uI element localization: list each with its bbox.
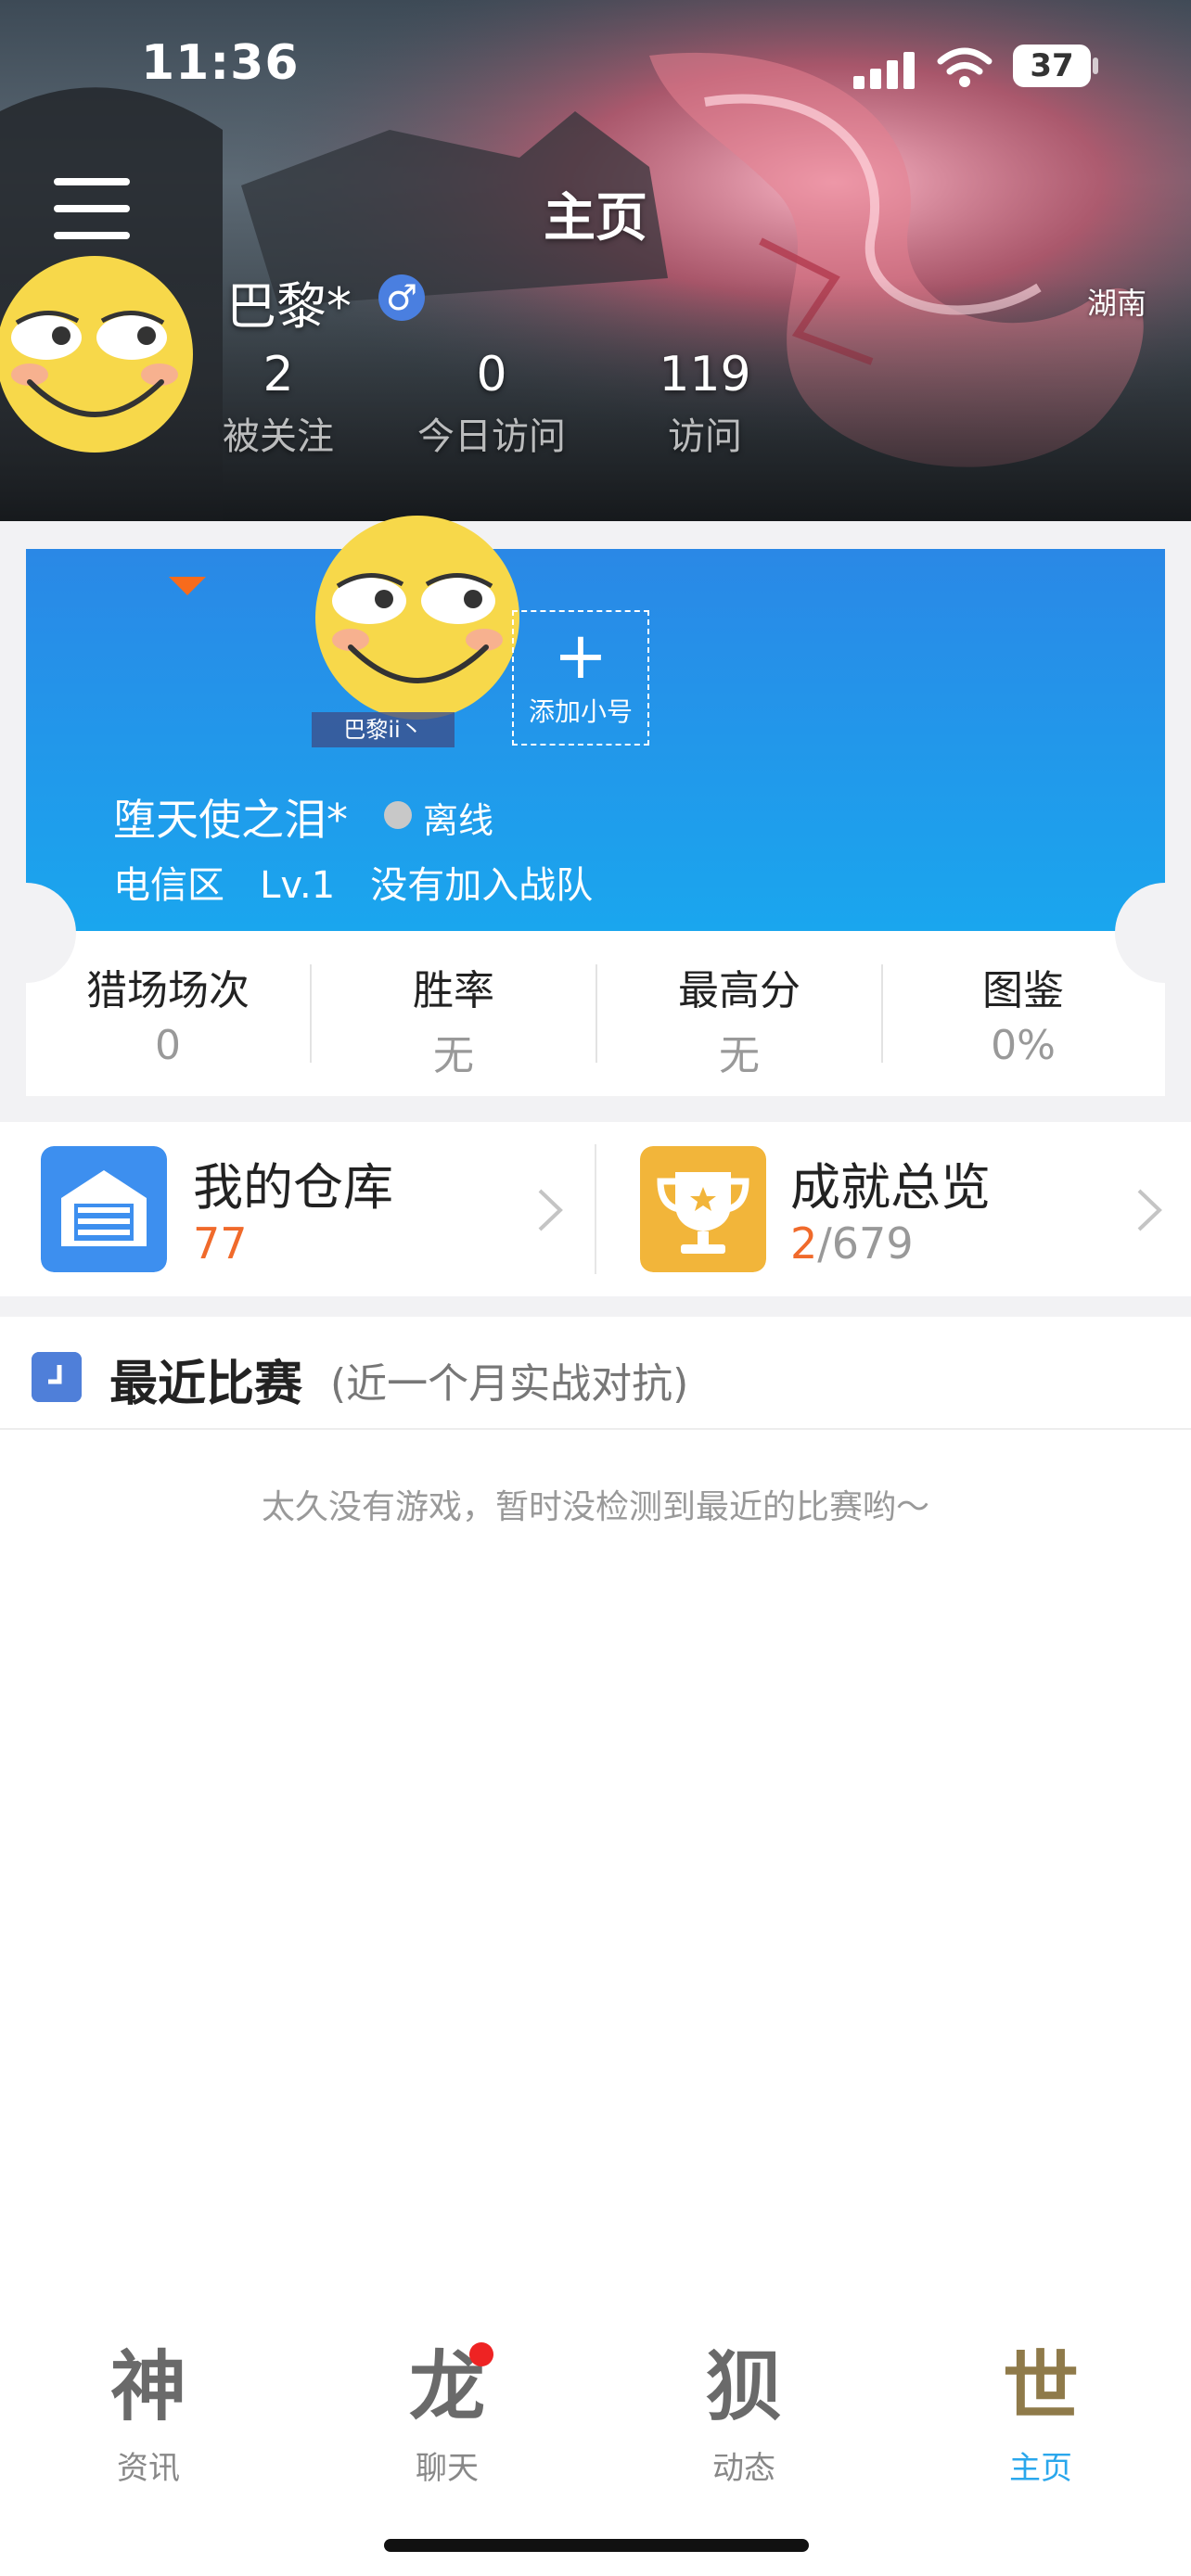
tab-home[interactable]: 世 主页 <box>939 2342 1143 2500</box>
achievements-title: 成就总览 <box>790 1158 991 1217</box>
codex-label: 图鉴 <box>982 967 1064 1014</box>
tab-feed[interactable]: 狈 动态 <box>642 2342 846 2500</box>
recent-matches-section: 最近比赛 (近一个月实战对抗) 太久没有游戏，暂时没检测到最近的比赛哟～ <box>0 1317 1191 2290</box>
tab-chat[interactable]: 龙 聊天 <box>345 2342 549 2500</box>
page-title: 主页 <box>544 188 647 249</box>
high-score-label: 最高分 <box>678 967 800 1014</box>
win-rate-label: 胜率 <box>413 967 494 1014</box>
followers-stat[interactable]: 2 被关注 <box>176 345 380 460</box>
recent-matches-header: 最近比赛 (近一个月实战对抗) <box>0 1317 1191 1430</box>
feed-tab-icon: 狈 <box>705 2342 782 2431</box>
quick-divider <box>595 1144 596 1274</box>
tab-feed-label: 动态 <box>712 2450 775 2487</box>
avatar[interactable] <box>0 252 197 456</box>
home-tab-icon: 世 <box>1002 2342 1079 2431</box>
tab-news-label: 资讯 <box>117 2450 180 2487</box>
chevron-right-icon <box>1137 1189 1162 1231</box>
total-visits-count: 119 <box>659 347 751 402</box>
game-profile-card: 巴黎ii丶 + 添加小号 堕天使之泪* 离线 电信区 Lv.1 没有加入战队 猎… <box>0 516 1191 1096</box>
chevron-right-icon <box>538 1189 563 1231</box>
hunt-count-stat[interactable]: 猎场场次 0 <box>26 957 310 1069</box>
male-icon: ♂ <box>378 274 425 321</box>
account-dropdown-icon[interactable] <box>169 577 206 595</box>
today-visits-label: 今日访问 <box>417 415 566 458</box>
plus-icon: + <box>553 618 608 694</box>
signal-icon <box>853 52 915 89</box>
codex-stat[interactable]: 图鉴 0% <box>881 957 1165 1069</box>
recent-matches-title: 最近比赛 <box>109 1357 303 1412</box>
trophy-icon <box>640 1146 766 1272</box>
status-time: 11:36 <box>141 35 300 91</box>
app-root: 11:36 37 主页 巴黎* ♂ 湖南 2 被关注 0 今日访问 119 访问… <box>0 0 1191 2576</box>
game-server-info: 电信区 Lv.1 没有加入战队 <box>113 864 594 907</box>
account-name-tag: 巴黎ii丶 <box>312 712 455 747</box>
tab-news[interactable]: 神 资讯 <box>46 2342 250 2500</box>
total-visits-stat[interactable]: 119 访问 <box>603 345 807 460</box>
add-sub-account-button[interactable]: + 添加小号 <box>512 610 649 746</box>
profile-banner: 11:36 37 主页 巴黎* ♂ 湖南 2 被关注 0 今日访问 119 访问 <box>0 0 1191 521</box>
location-label: 湖南 <box>1087 286 1147 321</box>
win-rate-stat[interactable]: 胜率 无 <box>312 957 596 1081</box>
bottom-tab-bar: 神 资讯 龙 聊天 狈 动态 世 主页 <box>0 2290 1191 2576</box>
recent-matches-empty: 太久没有游戏，暂时没检测到最近的比赛哟～ <box>261 1488 929 1526</box>
warehouse-title: 我的仓库 <box>193 1158 393 1217</box>
achievements-progress: 2/679 <box>790 1218 914 1269</box>
tab-home-label: 主页 <box>1009 2450 1072 2487</box>
hunt-count-label: 猎场场次 <box>86 967 250 1014</box>
followers-label: 被关注 <box>223 415 334 458</box>
add-sub-account-label: 添加小号 <box>528 696 633 727</box>
today-visits-count: 0 <box>476 347 507 402</box>
online-status-label: 离线 <box>423 800 494 841</box>
total-visits-label: 访问 <box>668 415 742 458</box>
news-tab-icon: 神 <box>109 2342 186 2431</box>
unread-badge <box>469 2342 493 2366</box>
wifi-icon <box>937 47 992 87</box>
hunt-count-value: 0 <box>155 1022 181 1069</box>
high-score-value: 无 <box>719 1032 760 1079</box>
tab-chat-label: 聊天 <box>416 2450 479 2487</box>
account-avatar[interactable] <box>312 512 523 723</box>
recent-matches-note: (近一个月实战对抗) <box>330 1360 689 1408</box>
today-visits-stat[interactable]: 0 今日访问 <box>390 345 594 460</box>
codex-value: 0% <box>991 1022 1056 1069</box>
followers-count: 2 <box>263 347 294 402</box>
clock-icon <box>32 1352 82 1402</box>
game-character-name: 堕天使之泪* <box>113 795 348 845</box>
warehouse-icon <box>41 1146 167 1272</box>
quick-links-row: 我的仓库 77 成就总览 2/679 <box>0 1122 1191 1296</box>
battery-indicator: 37 <box>1013 45 1091 87</box>
chat-tab-icon: 龙 <box>408 2342 485 2431</box>
home-indicator[interactable] <box>384 2539 809 2552</box>
username: 巴黎* <box>226 277 352 336</box>
offline-status-dot <box>384 801 412 829</box>
win-rate-value: 无 <box>433 1032 474 1079</box>
achievements-link[interactable]: 成就总览 2/679 <box>620 1122 1191 1296</box>
warehouse-count: 77 <box>193 1218 248 1269</box>
warehouse-link[interactable]: 我的仓库 77 <box>24 1122 619 1296</box>
battery-nub <box>1093 57 1098 74</box>
high-score-stat[interactable]: 最高分 无 <box>597 957 881 1081</box>
